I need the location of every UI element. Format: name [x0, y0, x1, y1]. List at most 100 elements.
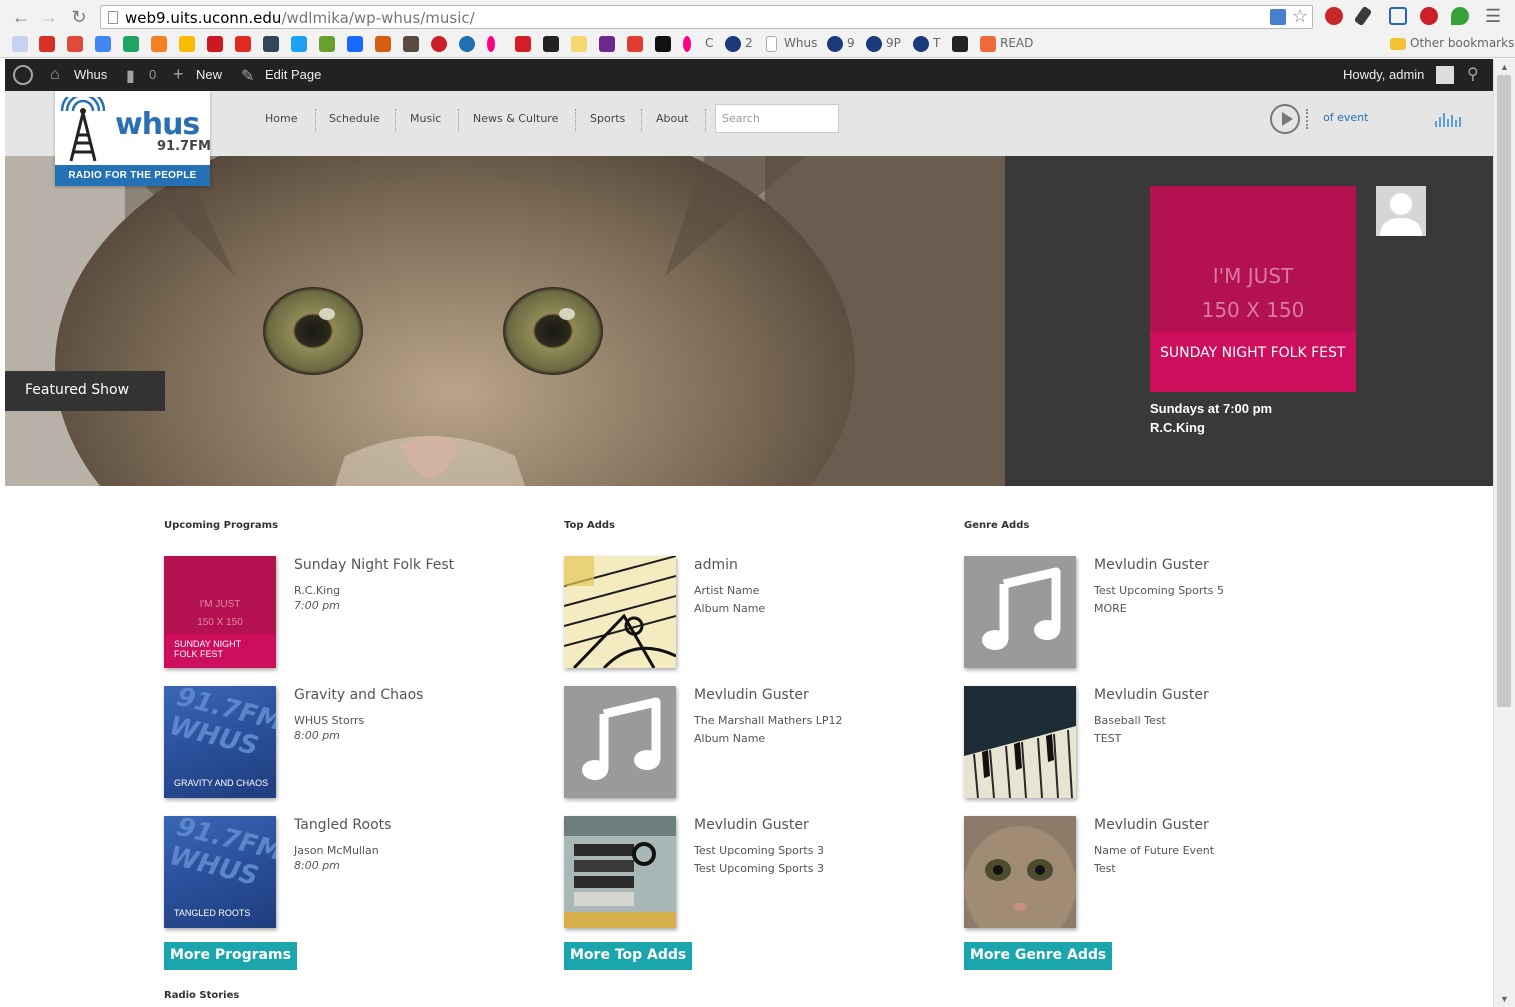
pinterest-icon[interactable]	[1420, 7, 1438, 25]
featured-show-title[interactable]: SUNDAY NIGHT FOLK FEST	[1150, 332, 1356, 392]
forward-icon[interactable]: →	[38, 6, 60, 28]
comments-count[interactable]: 0	[149, 67, 156, 82]
google-plus-icon[interactable]	[67, 36, 83, 52]
bookmark-label[interactable]: 2	[745, 36, 753, 50]
address-bar[interactable]: web9.uits.uconn.edu/wdlmika/wp-whus/musi…	[100, 5, 1313, 29]
list-item[interactable]: Mevludin Guster Name of Future Event Tes…	[964, 816, 1344, 928]
bookmark-icon[interactable]	[515, 36, 531, 52]
add-title[interactable]: Mevludin Guster	[1094, 817, 1209, 833]
more-top-adds-button[interactable]: More Top Adds	[564, 942, 693, 970]
behance-icon[interactable]	[347, 36, 363, 52]
vivaldi-icon[interactable]	[235, 36, 251, 52]
nav-music[interactable]: Music	[410, 112, 441, 125]
album-thumbnail[interactable]	[964, 686, 1076, 798]
pinterest-icon[interactable]	[431, 36, 447, 52]
bookmark-icon[interactable]	[543, 36, 559, 52]
group-icon[interactable]	[952, 36, 968, 52]
comment-icon[interactable]: ▮	[126, 66, 135, 86]
youtube-icon[interactable]	[207, 36, 223, 52]
menu-icon[interactable]: ☰	[1485, 6, 1501, 27]
more-genre-adds-button[interactable]: More Genre Adds	[964, 942, 1113, 970]
bookmark-label[interactable]: T	[933, 36, 940, 50]
program-title[interactable]: Sunday Night Folk Fest	[294, 557, 454, 573]
eyedropper-icon[interactable]	[1353, 5, 1373, 27]
list-item[interactable]: I'M JUST 150 X 150 SUNDAY NIGHT FOLK FES…	[164, 556, 544, 668]
add-title[interactable]: admin	[694, 557, 738, 573]
list-item[interactable]: Mevludin Guster The Marshall Mathers LP1…	[564, 686, 944, 798]
drive-icon[interactable]	[123, 36, 139, 52]
list-item[interactable]: 91.7FM WHUS GRAVITY AND CHAOS Gravity an…	[164, 686, 544, 798]
list-item[interactable]: Mevludin Guster Test Upcoming Sports 5 M…	[964, 556, 1344, 668]
nav-sports[interactable]: Sports	[590, 112, 625, 125]
home-icon[interactable]: ⌂	[50, 66, 60, 84]
evernote-icon[interactable]	[1451, 7, 1469, 25]
nav-home[interactable]: Home	[265, 112, 297, 125]
bookmark-icon[interactable]	[12, 36, 28, 52]
play-button[interactable]	[1270, 104, 1300, 134]
extension-icon[interactable]	[1270, 9, 1286, 25]
back-icon[interactable]: ←	[10, 6, 32, 28]
compass-icon[interactable]	[459, 36, 475, 52]
bookmark-label[interactable]: 9P	[886, 36, 901, 50]
scroll-up-icon[interactable]: ▲	[1500, 62, 1509, 72]
twitter-icon[interactable]	[291, 36, 307, 52]
wordpress-icon[interactable]	[13, 65, 33, 85]
program-title[interactable]: Gravity and Chaos	[294, 687, 423, 703]
list-item[interactable]: admin Artist Name Album Name	[564, 556, 944, 668]
star-icon[interactable]: ☆	[1292, 6, 1308, 27]
uconn-icon[interactable]	[866, 36, 882, 52]
nav-about[interactable]: About	[656, 112, 689, 125]
plus-icon[interactable]: +	[173, 64, 184, 85]
avatar[interactable]	[1376, 186, 1426, 236]
gmail-icon[interactable]	[39, 36, 55, 52]
program-title[interactable]: Tangled Roots	[294, 817, 391, 833]
add-title[interactable]: Mevludin Guster	[694, 817, 809, 833]
equalizer-icon[interactable]	[1435, 111, 1463, 127]
list-item[interactable]: Mevludin Guster Test Upcoming Sports 3 T…	[564, 816, 944, 928]
site-logo[interactable]: whus 91.7FM RADIO FOR THE PEOPLE	[55, 91, 211, 186]
bookmark-icon[interactable]	[627, 36, 643, 52]
etsy-icon[interactable]	[375, 36, 391, 52]
bookmark-icon[interactable]	[151, 36, 167, 52]
uconn-icon[interactable]	[827, 36, 843, 52]
album-thumbnail[interactable]	[964, 556, 1076, 668]
instagram-icon[interactable]	[403, 36, 419, 52]
more-programs-button[interactable]: More Programs	[164, 942, 297, 970]
uconn-icon[interactable]	[725, 36, 741, 52]
bookmark-icon[interactable]	[319, 36, 335, 52]
bookmark-label[interactable]: Whus	[784, 36, 817, 50]
scrollbar-thumb[interactable]	[1497, 75, 1511, 707]
avatar-icon[interactable]	[1436, 66, 1454, 84]
program-thumbnail[interactable]: 91.7FM WHUS TANGLED ROOTS	[164, 816, 276, 928]
greeting-link[interactable]: Howdy, admin	[1343, 67, 1424, 82]
pencil-icon[interactable]: ✎	[241, 66, 254, 86]
featured-show-image[interactable]: I'M JUST 150 X 150 SUNDAY NIGHT FOLK FES…	[1150, 186, 1356, 392]
nav-news-culture[interactable]: News & Culture	[473, 112, 558, 125]
uconn-icon[interactable]	[913, 36, 929, 52]
bookmark-label[interactable]: READ	[1000, 36, 1033, 50]
scrollbar[interactable]: ▲ ▼	[1493, 59, 1515, 1007]
search-icon[interactable]: ⚲	[1467, 64, 1479, 84]
adblock-icon[interactable]	[1325, 7, 1343, 25]
program-thumbnail[interactable]: 91.7FM WHUS GRAVITY AND CHAOS	[164, 686, 276, 798]
page-icon[interactable]	[766, 36, 777, 52]
bookmark-icon[interactable]	[655, 36, 671, 52]
album-thumbnail[interactable]	[964, 816, 1076, 928]
flickr-icon[interactable]	[683, 36, 691, 52]
keep-icon[interactable]	[179, 36, 195, 52]
add-title[interactable]: Mevludin Guster	[694, 687, 809, 703]
scroll-down-icon[interactable]: ▼	[1500, 994, 1509, 1004]
site-name-link[interactable]: Whus	[74, 67, 107, 82]
add-title[interactable]: Mevludin Guster	[1094, 557, 1209, 573]
bookmark-icon[interactable]	[980, 36, 996, 52]
calendar-icon[interactable]	[95, 36, 111, 52]
flickr-icon[interactable]	[487, 36, 495, 52]
album-thumbnail[interactable]	[564, 816, 676, 928]
reload-icon[interactable]: ↻	[68, 6, 90, 28]
bookmark-icon[interactable]	[571, 36, 587, 52]
album-thumbnail[interactable]	[564, 556, 676, 668]
program-thumbnail[interactable]: I'M JUST 150 X 150 SUNDAY NIGHT FOLK FES…	[164, 556, 276, 668]
bookmark-label[interactable]: C	[705, 36, 713, 50]
list-item[interactable]: 91.7FM WHUS TANGLED ROOTS Tangled Roots …	[164, 816, 544, 928]
other-bookmarks[interactable]: Other bookmarks	[1410, 36, 1514, 50]
